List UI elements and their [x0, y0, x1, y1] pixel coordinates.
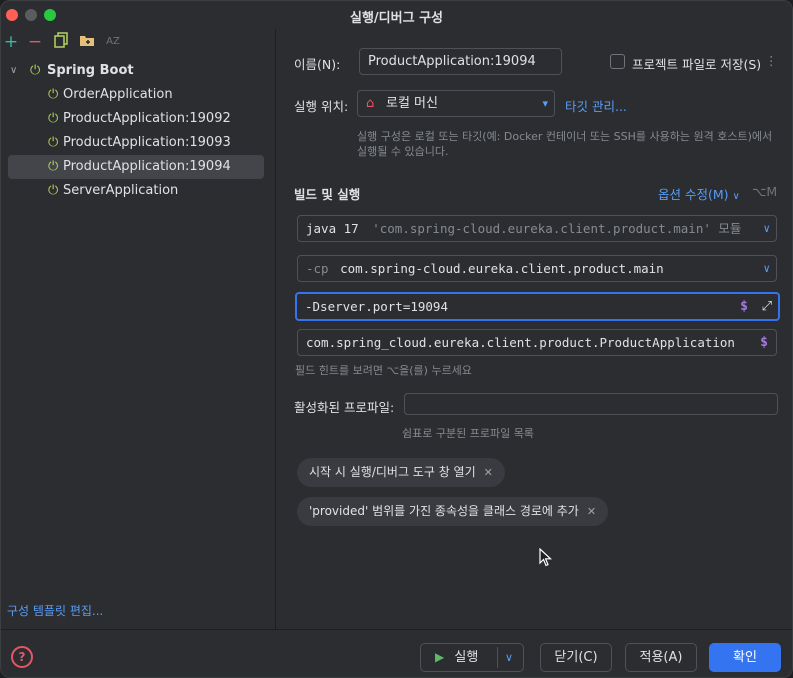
spring-boot-run-icon: ⏻	[48, 135, 59, 150]
edit-templates-link[interactable]: 구성 템플릿 편집...	[7, 602, 103, 619]
play-icon: ▶	[435, 650, 445, 664]
classpath-module: com.spring-cloud.eureka.client.product.m…	[340, 261, 664, 276]
spring-boot-run-icon: ⏻	[48, 159, 59, 174]
close-icon[interactable]: ✕	[587, 505, 596, 518]
config-form: 이름(N): ProductApplication:19094 프로젝트 파일로…	[277, 29, 792, 629]
chevron-down-icon: ▾	[542, 97, 548, 110]
tree-item-product-19092[interactable]: ⏻ ProductApplication:19092	[1, 107, 275, 131]
tree-item-label: OrderApplication	[63, 87, 173, 102]
more-options-icon[interactable]: ⋮	[765, 53, 778, 68]
name-field[interactable]: ProductApplication:19094	[359, 48, 562, 75]
tree-item-label: ProductApplication:19092	[63, 111, 231, 126]
field-hint: 필드 힌트를 보려면 ⌥을(를) 누르세요	[295, 364, 472, 377]
close-button[interactable]: 닫기(C)	[540, 643, 612, 672]
dialog-footer: ? ▶ 실행 ∨ 닫기(C) 적용(A) 확인	[1, 629, 792, 677]
chevron-down-icon: ∨	[763, 262, 770, 275]
ok-button[interactable]: 확인	[709, 643, 781, 672]
main-class-input[interactable]: com.spring_cloud.eureka.client.product.P…	[297, 329, 777, 356]
tree-item-label: ProductApplication:19093	[63, 135, 231, 150]
store-as-file-label: 프로젝트 파일로 저장(S)	[632, 57, 762, 72]
window-title: 실행/디버그 구성	[350, 11, 443, 26]
modify-options-shortcut: ⌥M	[752, 184, 778, 199]
build-and-run-heading: 빌드 및 실행	[294, 187, 361, 202]
tree-item-server-application[interactable]: ⏻ ServerApplication	[1, 179, 275, 203]
active-profiles-input[interactable]	[404, 393, 778, 415]
tree-item-product-19094[interactable]: ⏻ ProductApplication:19094	[8, 155, 264, 179]
tree-item-product-19093[interactable]: ⏻ ProductApplication:19093	[1, 131, 275, 155]
tree-group-label: Spring Boot	[47, 63, 134, 78]
sidebar-toolbar: + − AZ	[1, 29, 275, 55]
name-label: 이름(N):	[294, 57, 341, 72]
active-profiles-hint: 쉼표로 구분된 프로파일 목록	[402, 427, 534, 440]
store-as-file-checkbox[interactable]	[610, 54, 625, 69]
run-debug-config-dialog: 실행/디버그 구성 + − AZ ∨ ⏻ Spring Boot ⏻ Order…	[0, 0, 793, 678]
spring-boot-icon: ⏻	[30, 63, 41, 78]
tree-item-label: ProductApplication:19094	[63, 159, 231, 174]
folder-icon[interactable]	[77, 32, 97, 52]
vm-options-input[interactable]: -Dserver.port=19094 $ ⤢	[295, 292, 780, 321]
classpath-prefix: -cp	[306, 261, 329, 276]
classpath-select[interactable]: -cp com.spring-cloud.eureka.client.produ…	[297, 255, 777, 282]
copy-icon[interactable]	[51, 32, 71, 52]
add-icon[interactable]: +	[1, 32, 21, 52]
run-on-label: 실행 위치:	[294, 99, 349, 114]
split-divider	[497, 647, 498, 668]
sort-az-icon[interactable]: AZ	[103, 32, 123, 52]
modify-options-link[interactable]: 옵션 수정(M) ∨	[658, 184, 740, 203]
spring-boot-run-icon: ⏻	[48, 111, 59, 126]
run-button[interactable]: ▶ 실행 ∨	[420, 643, 524, 672]
option-chip-provided-scope[interactable]: 'provided' 범위를 가진 종속성을 클래스 경로에 추가 ✕	[297, 497, 609, 526]
config-sidebar: + − AZ ∨ ⏻ Spring Boot ⏻ OrderApplicatio…	[1, 29, 276, 629]
chevron-down-icon: ∨	[759, 216, 770, 241]
home-icon: ⌂	[366, 96, 375, 111]
chevron-down-icon[interactable]: ∨	[505, 644, 513, 671]
jdk-select[interactable]: java 17 'com.spring-cloud.eureka.client.…	[297, 215, 777, 242]
run-on-value: 로컬 머신	[386, 96, 438, 111]
jdk-module: 'com.spring-cloud.eureka.client.product.…	[372, 221, 742, 236]
run-on-hint: 실행 구성은 로컬 또는 타깃(예: Docker 컨테이너 또는 SSH를 사…	[357, 130, 773, 158]
chevron-down-icon[interactable]: ∨	[10, 59, 17, 83]
manage-targets-link[interactable]: 타깃 관리...	[565, 96, 627, 115]
help-icon[interactable]: ?	[11, 646, 33, 668]
chip-label: 시작 시 실행/디버그 도구 창 열기	[309, 465, 476, 479]
spring-boot-run-icon: ⏻	[48, 87, 59, 102]
chevron-down-icon: ∨	[732, 191, 740, 202]
active-profiles-label: 활성화된 프로파일:	[294, 400, 395, 415]
title-bar: 실행/디버그 구성	[1, 1, 792, 29]
run-on-select[interactable]: ⌂ 로컬 머신 ▾	[357, 90, 555, 117]
apply-button[interactable]: 적용(A)	[625, 643, 697, 672]
macros-icon[interactable]: $	[740, 294, 748, 319]
chip-label: 'provided' 범위를 가진 종속성을 클래스 경로에 추가	[309, 504, 579, 518]
modify-options-label: 옵션 수정(M)	[658, 187, 729, 202]
spring-boot-run-icon: ⏻	[48, 183, 59, 198]
option-chip-open-tool-window[interactable]: 시작 시 실행/디버그 도구 창 열기 ✕	[297, 458, 505, 487]
close-icon[interactable]: ✕	[484, 466, 493, 479]
tree-group-spring-boot[interactable]: ∨ ⏻ Spring Boot	[1, 59, 275, 83]
tree-item-label: ServerApplication	[63, 183, 179, 198]
vm-options-value: -Dserver.port=19094	[305, 299, 448, 314]
expand-icon[interactable]: ⤢	[762, 294, 772, 319]
mouse-cursor-icon	[539, 548, 553, 567]
main-class-value: com.spring_cloud.eureka.client.product.P…	[306, 335, 735, 350]
macros-icon[interactable]: $	[760, 330, 768, 355]
run-label: 실행	[454, 650, 479, 665]
jdk-label: java 17	[306, 221, 359, 236]
remove-icon[interactable]: −	[25, 32, 45, 52]
tree-item-order-application[interactable]: ⏻ OrderApplication	[1, 83, 275, 107]
